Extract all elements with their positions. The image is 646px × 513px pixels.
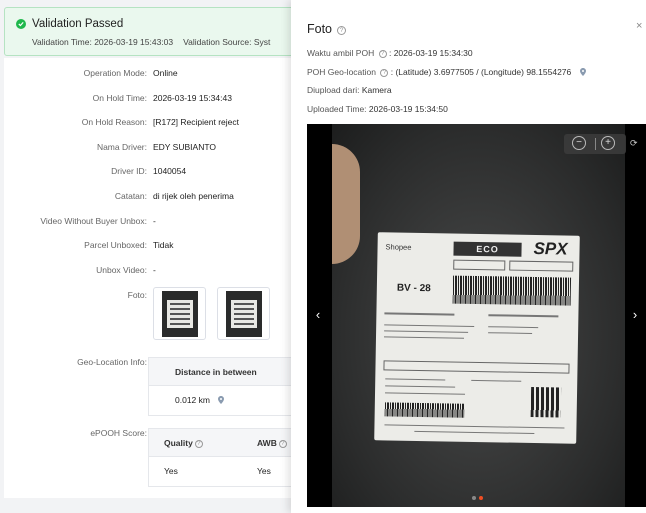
zoom-out-icon[interactable]: − <box>572 136 586 150</box>
label-brand: Shopee <box>385 242 412 252</box>
label-sort-code: BV - 28 <box>396 282 431 295</box>
detail-label: Parcel Unboxed: <box>84 240 147 250</box>
quality-value: Yes <box>164 466 178 476</box>
validation-banner: Validation Passed Validation Time: 2026-… <box>4 7 304 56</box>
detail-label: Video Without Buyer Unbox: <box>40 216 147 226</box>
detail-row-unbox-video: Unbox Video: - <box>4 265 304 281</box>
uploaded-time-info: Uploaded Time: 2026-03-19 15:34:50 <box>307 104 448 114</box>
help-icon[interactable]: ? <box>194 440 203 448</box>
close-icon[interactable]: × <box>636 20 646 32</box>
banner-title: Validation Passed <box>32 18 124 30</box>
quality-header: Quality? <box>164 438 203 448</box>
geo-location-label: Geo-Location Info: <box>77 357 147 367</box>
detail-row-on-hold-reason: On Hold Reason: [R172] Recipient reject <box>4 117 304 133</box>
label-carrier-logo: SPX <box>533 238 568 259</box>
photo-drawer: Foto? × Waktu ambil POH ? : 2026-03-19 1… <box>291 0 646 513</box>
location-pin-icon[interactable] <box>579 68 586 76</box>
detail-value: - <box>153 265 156 275</box>
distance-value: 0.012 km <box>175 395 210 405</box>
awb-value: Yes <box>257 466 271 476</box>
carousel-dot[interactable] <box>472 496 476 500</box>
detail-value: Tidak <box>153 240 174 250</box>
poh-geo-info: POH Geo-location ? : (Latitude) 3.697750… <box>307 67 586 77</box>
label-service: ECO <box>453 241 522 257</box>
detail-row-parcel-unboxed: Parcel Unboxed: Tidak <box>4 240 304 256</box>
detail-value: 2026-03-19 15:34:43 <box>153 93 232 103</box>
shipping-label: Shopee ECO SPX BV - 28 <box>374 232 580 444</box>
check-circle-icon <box>16 19 26 29</box>
detail-label: Driver ID: <box>111 166 147 176</box>
validation-source: Validation Source: Syst <box>183 37 271 47</box>
geo-table-header: Distance in between <box>149 358 297 386</box>
detail-value: [R172] Recipient reject <box>153 117 239 127</box>
help-icon[interactable]: ? <box>278 440 287 448</box>
validation-time: Validation Time: 2026-03-19 15:43:03 <box>32 37 174 47</box>
parcel-photo: Shopee ECO SPX BV - 28 <box>332 124 625 507</box>
help-icon[interactable]: ? <box>337 26 347 35</box>
banner-meta: Validation Time: 2026-03-19 15:43:03 Vali… <box>32 37 270 47</box>
epooh-score-label: ePOOH Score: <box>90 428 147 438</box>
detail-label: Operation Mode: <box>83 68 147 78</box>
image-viewer[interactable]: Shopee ECO SPX BV - 28 − + ⟳ ‹ › <box>307 124 646 507</box>
detail-label: On Hold Time: <box>92 93 147 103</box>
detail-label: Unbox Video: <box>96 265 147 275</box>
awb-header: AWB? <box>257 438 287 448</box>
detail-label: Foto: <box>127 290 147 300</box>
poh-time-info: Waktu ambil POH ? : 2026-03-19 15:34:30 <box>307 48 473 58</box>
location-pin-icon[interactable] <box>218 396 225 404</box>
score-table-row: Yes Yes <box>149 457 297 487</box>
detail-row-on-hold-time: On Hold Time: 2026-03-19 15:34:43 <box>4 93 304 109</box>
help-icon[interactable]: ? <box>380 69 389 77</box>
drawer-title: Foto? <box>307 22 347 36</box>
detail-value: EDY SUBIANTO <box>153 142 216 152</box>
photo-thumbnail[interactable] <box>153 287 206 340</box>
detail-row-operation-mode: Operation Mode: Online <box>4 68 304 84</box>
upload-source-info: Diupload dari: Kamera <box>307 85 392 95</box>
zoom-controls: − + <box>564 134 626 154</box>
detail-row-driver-name: Nama Driver: EDY SUBIANTO <box>4 142 304 158</box>
detail-row-video-without-unbox: Video Without Buyer Unbox: - <box>4 216 304 232</box>
thumbnail-image <box>226 291 262 337</box>
carousel-dots <box>472 492 486 502</box>
rotate-icon[interactable]: ⟳ <box>630 138 640 150</box>
detail-value: - <box>153 216 156 226</box>
score-table-header: Quality? AWB? <box>149 429 297 457</box>
carousel-dot-active[interactable] <box>479 496 483 500</box>
detail-value: 1040054 <box>153 166 187 176</box>
detail-label: Catatan: <box>114 191 147 201</box>
photo-thumbnail[interactable] <box>217 287 270 340</box>
detail-label: On Hold Reason: <box>81 117 147 127</box>
help-icon[interactable]: ? <box>378 50 387 58</box>
detail-label: Nama Driver: <box>96 142 147 152</box>
zoom-in-icon[interactable]: + <box>601 136 615 150</box>
epooh-score-table: Quality? AWB? Yes Yes <box>148 428 298 487</box>
detail-value: Online <box>153 68 178 78</box>
thumbnail-image <box>162 291 198 337</box>
geo-distance-cell: 0.012 km <box>149 386 297 405</box>
detail-value: di rijek oleh penerima <box>153 191 234 201</box>
chevron-right-icon[interactable]: › <box>630 307 640 323</box>
detail-row-driver-id: Driver ID: 1040054 <box>4 166 304 182</box>
geo-location-table: Distance in between 0.012 km <box>148 357 298 416</box>
detail-row-notes: Catatan: di rijek oleh penerima <box>4 191 304 207</box>
chevron-left-icon[interactable]: ‹ <box>313 307 323 323</box>
